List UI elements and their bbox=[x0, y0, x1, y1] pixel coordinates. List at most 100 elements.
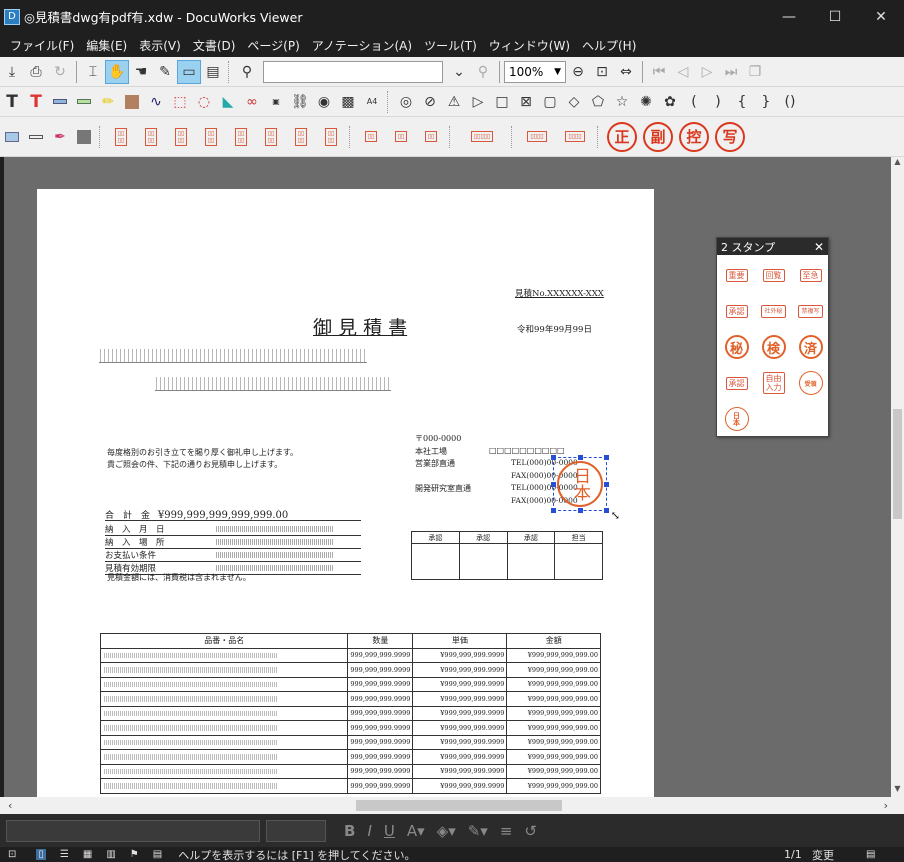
bold-icon[interactable]: B bbox=[344, 822, 355, 840]
menu-page[interactable]: ページ(P) bbox=[241, 37, 305, 54]
rotate-icon[interactable]: ↻ bbox=[48, 60, 72, 84]
pen-icon[interactable]: ✒ bbox=[48, 125, 72, 149]
fill-color-icon[interactable]: ◈▾ bbox=[437, 822, 456, 840]
hand-scroll-icon[interactable]: ☚ bbox=[129, 60, 153, 84]
document-status-icon[interactable]: ▤ bbox=[866, 849, 875, 860]
scroll-up-icon[interactable]: ▲ bbox=[891, 157, 904, 170]
menu-file[interactable]: ファイル(F) bbox=[4, 37, 80, 54]
split-view-icon[interactable]: ▥ bbox=[106, 849, 115, 860]
mini-stamp-icon[interactable]: ▯▯ ▯▯ bbox=[226, 122, 256, 152]
triangle-right-icon[interactable]: ▷ bbox=[466, 90, 490, 114]
dark-stamp-icon[interactable]: ▩ bbox=[336, 90, 360, 114]
font-color-icon[interactable]: A▾ bbox=[407, 822, 425, 840]
last-page-icon[interactable]: ⏭ bbox=[719, 60, 743, 84]
stamp-zumi[interactable]: 済 bbox=[792, 329, 829, 365]
menu-tools[interactable]: ツール(T) bbox=[418, 37, 483, 54]
print-icon[interactable]: ⎙ bbox=[24, 60, 48, 84]
pick-icon[interactable]: ✎ bbox=[153, 60, 177, 84]
stamp-shounin[interactable]: 承認 bbox=[718, 293, 755, 329]
stamp-utsushi-icon[interactable]: 写 bbox=[715, 121, 745, 152]
document-page[interactable]: 見積No.XXXXXX-XXX 御 見 積 書 令和99年99月99日 毎度格別… bbox=[37, 189, 654, 797]
rounded-rect-icon[interactable]: ▢ bbox=[538, 90, 562, 114]
mini-stamp-icon[interactable]: ▯▯ ▯▯ bbox=[286, 122, 316, 152]
stamp-juuyou[interactable]: 重要 bbox=[718, 257, 755, 293]
fit-page-icon[interactable]: ⊡ bbox=[590, 60, 614, 84]
cloud-icon[interactable]: ✿ bbox=[658, 90, 682, 114]
wide-stamp-icon[interactable]: ▯▯▯▯ bbox=[556, 122, 594, 152]
zoom-select[interactable]: 100% ▼ bbox=[504, 60, 566, 83]
mini-stamp-icon[interactable]: ▯▯ ▯▯ bbox=[196, 122, 226, 152]
text-annotation-icon[interactable]: T bbox=[0, 90, 24, 114]
document-workspace[interactable]: 見積No.XXXXXX-XXX 御 見 積 書 令和99年99月99日 毎度格別… bbox=[4, 157, 891, 797]
stamp-shounin-date[interactable]: 承認 bbox=[718, 365, 755, 401]
zoom-out-icon[interactable]: ⊖ bbox=[566, 60, 590, 84]
italic-icon[interactable]: I bbox=[367, 822, 371, 840]
menu-window[interactable]: ウィンドウ(W) bbox=[483, 37, 576, 54]
diamond-icon[interactable]: ◇ bbox=[562, 90, 586, 114]
docuworks-app-icon[interactable]: D bbox=[4, 8, 20, 25]
blue-box-icon[interactable] bbox=[0, 125, 24, 149]
view-icon[interactable]: ⊡ bbox=[8, 849, 16, 860]
copy-page-icon[interactable]: ❐ bbox=[743, 60, 767, 84]
scroll-right-icon[interactable]: › bbox=[884, 799, 888, 812]
menu-edit[interactable]: 編集(E) bbox=[80, 37, 133, 54]
bracket-pair-icon[interactable]: () bbox=[778, 90, 802, 114]
horizontal-scrollbar[interactable]: ‹ › bbox=[0, 797, 904, 814]
resize-handle[interactable] bbox=[604, 508, 609, 513]
freehand-icon[interactable]: ∿ bbox=[144, 90, 168, 114]
font-name-select[interactable] bbox=[6, 819, 260, 842]
stamp-hikae-icon[interactable]: 控 bbox=[679, 121, 709, 152]
line-icon[interactable] bbox=[24, 125, 48, 149]
resize-handle[interactable] bbox=[578, 455, 583, 460]
text-select-icon[interactable]: ⌶ bbox=[81, 60, 105, 84]
stamp-jiyuu-nyuuryoku[interactable]: 自由入力 bbox=[755, 365, 792, 401]
mini-stamp-icon[interactable]: ▯▯ ▯▯ bbox=[136, 122, 166, 152]
mini-stamp-icon[interactable]: ▯▯ bbox=[416, 122, 446, 152]
close-button[interactable]: ✕ bbox=[858, 0, 904, 33]
right-brace-icon[interactable]: } bbox=[754, 90, 778, 114]
rotate-text-icon[interactable]: ↺ bbox=[524, 822, 537, 840]
scroll-down-icon[interactable]: ▼ bbox=[891, 784, 904, 797]
mini-stamp-icon[interactable]: ▯▯ ▯▯ bbox=[106, 122, 136, 152]
cross-square-icon[interactable]: ⊠ bbox=[514, 90, 538, 114]
line-style-icon[interactable]: ≡ bbox=[500, 822, 513, 840]
horizontal-scroll-thumb[interactable] bbox=[356, 800, 562, 811]
draft-stamp-icon[interactable]: ◉ bbox=[312, 90, 336, 114]
ellipse-frame-icon[interactable]: ◌ bbox=[192, 90, 216, 114]
vertical-scroll-thumb[interactable] bbox=[893, 409, 902, 519]
thumbnail-view-icon[interactable]: ▦ bbox=[83, 849, 92, 860]
left-paren-icon[interactable]: ( bbox=[682, 90, 706, 114]
burst-icon[interactable]: ✺ bbox=[634, 90, 658, 114]
resize-handle[interactable] bbox=[578, 508, 583, 513]
right-paren-icon[interactable]: ) bbox=[706, 90, 730, 114]
tag-shape-icon[interactable]: ⬠ bbox=[586, 90, 610, 114]
stamp-sei-icon[interactable]: 正 bbox=[607, 121, 637, 152]
mask-icon[interactable] bbox=[72, 125, 96, 149]
square-shape-icon[interactable]: □ bbox=[490, 90, 514, 114]
teal-marker-icon[interactable]: ◣ bbox=[216, 90, 240, 114]
mini-stamp-icon[interactable]: ▯▯ ▯▯ bbox=[256, 122, 286, 152]
close-icon[interactable]: ✕ bbox=[814, 240, 824, 254]
link-icon[interactable]: ⛓ bbox=[288, 90, 312, 114]
prohibit-shape-icon[interactable]: ⊘ bbox=[418, 90, 442, 114]
search-icon[interactable]: ⚲ bbox=[235, 60, 259, 84]
stamp-hi[interactable]: 秘 bbox=[718, 329, 755, 365]
pin-icon[interactable]: ⚑ bbox=[130, 849, 139, 860]
stamp-kairan[interactable]: 回覧 bbox=[755, 257, 792, 293]
maximize-button[interactable]: ☐ bbox=[812, 0, 858, 33]
resize-handle[interactable] bbox=[604, 482, 609, 487]
page-size-icon[interactable]: A4 bbox=[360, 90, 384, 114]
page-select-icon[interactable]: ▭ bbox=[177, 59, 201, 84]
red-text-annotation-icon[interactable]: T bbox=[24, 90, 48, 114]
minimize-button[interactable]: — bbox=[766, 0, 812, 33]
stamp-nihon[interactable]: 日本 bbox=[718, 401, 755, 437]
stamp-ken[interactable]: 検 bbox=[755, 329, 792, 365]
hand-annotation-icon[interactable]: ✋ bbox=[105, 59, 129, 84]
triangle-warning-icon[interactable]: ⚠ bbox=[442, 90, 466, 114]
fit-width-icon[interactable]: ⇔ bbox=[614, 60, 638, 84]
chevron-down-icon[interactable]: ⌄ bbox=[447, 60, 471, 84]
resize-handle[interactable] bbox=[551, 508, 556, 513]
mini-stamp-icon[interactable]: ▯▯ bbox=[386, 122, 416, 152]
scroll-left-icon[interactable]: ‹ bbox=[8, 799, 12, 812]
star-icon[interactable]: ☆ bbox=[610, 90, 634, 114]
